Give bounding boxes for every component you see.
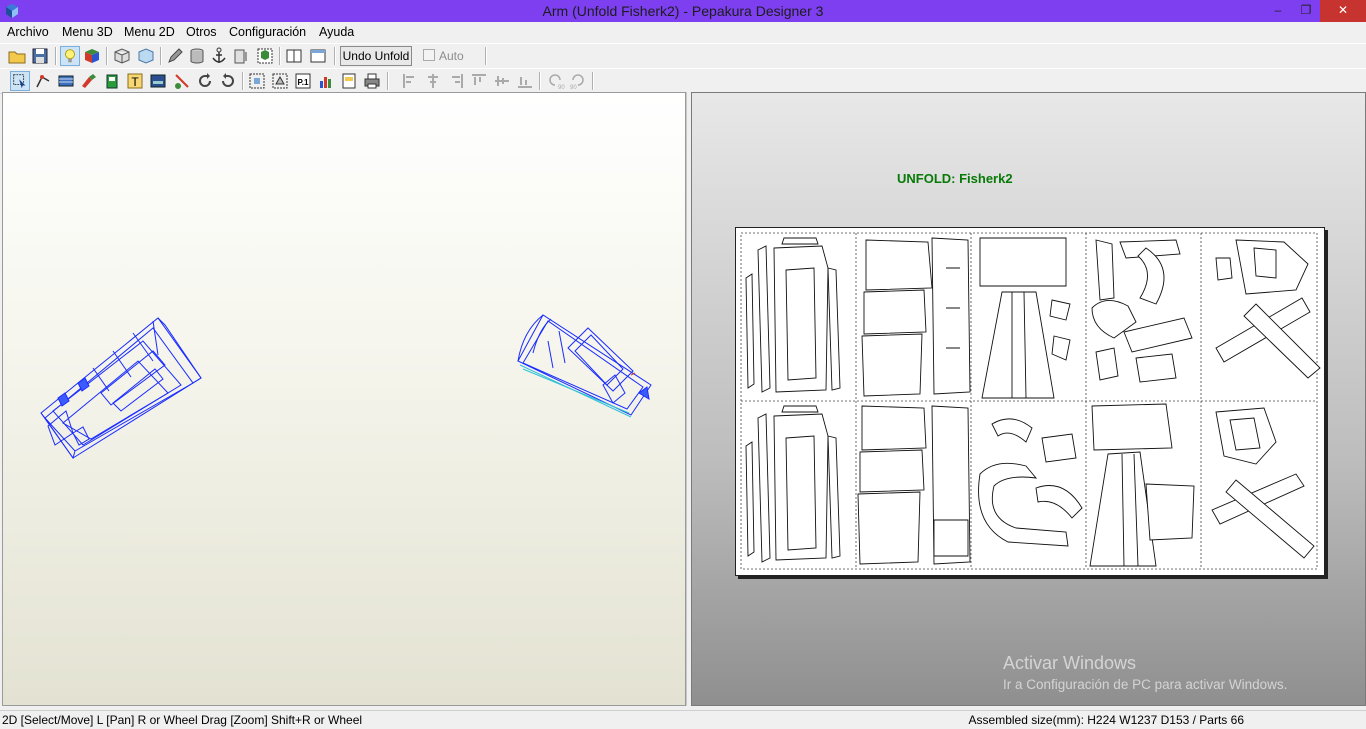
svg-text:P.1: P.1 [298,78,310,87]
arm-piece-right [517,314,652,418]
rotate-90-right-icon: 90 [570,74,584,91]
image-tool-icon[interactable] [148,71,168,91]
toolbar-separator [106,47,108,65]
wire-cube-icon[interactable] [112,46,132,66]
align-center-icon [428,74,438,88]
pencil-icon[interactable] [165,46,185,66]
anchor-icon[interactable] [209,46,229,66]
align-right-icon [452,74,463,88]
zoom-fit-icon[interactable] [247,71,267,91]
select-move-icon[interactable] [10,71,30,91]
edge-join-icon[interactable] [33,71,53,91]
fold-line-icon[interactable] [172,71,192,91]
toolbar-separator [485,47,487,65]
svg-text:90: 90 [570,85,577,91]
toolbar-separator [160,47,162,65]
open-folder-icon[interactable] [7,46,27,66]
arrange-parts-icon[interactable] [255,46,275,66]
menu-ayuda[interactable]: Ayuda [319,25,354,39]
menu-bar: Archivo Menu 3D Menu 2D Otros Configurac… [0,22,1366,42]
title-bar: Arm (Unfold Fisherk2) - Pepakura Designe… [0,0,1366,22]
toolbar-separator [539,72,541,90]
status-hint: 2D [Select/Move] L [Pan] R or Wheel Drag… [2,713,363,727]
toolbar-separator [55,47,57,65]
status-bar: 2D [Select/Move] L [Pan] R or Wheel Drag… [0,710,1366,729]
view-2d[interactable]: UNFOLD: Fisherk2 Activar Windows Ir a Co… [691,92,1366,706]
flap-edit-icon[interactable] [56,71,76,91]
align-left-icon [403,74,414,88]
color-cube-icon[interactable] [82,46,102,66]
toolbar-separator [592,72,594,90]
window-title: Arm (Unfold Fisherk2) - Pepakura Designe… [542,3,824,19]
toolbar-separator [279,47,281,65]
menu-configuracion[interactable]: Configuración [229,25,306,39]
select-parts-icon[interactable] [270,71,290,91]
glue-tab-icon[interactable] [102,71,122,91]
unfold-paper-sheet [735,227,1325,576]
bar-chart-icon[interactable] [316,71,336,91]
menu-2d[interactable]: Menu 2D [124,25,175,39]
maximize-button[interactable]: ❐ [1292,0,1320,22]
view-3d[interactable] [2,92,686,706]
model-3d-wireframe [40,314,652,460]
lightbulb-icon[interactable] [60,46,80,66]
menu-archivo[interactable]: Archivo [7,25,49,39]
rotate-right-icon[interactable] [218,71,238,91]
auto-checkbox-label: Auto [439,49,464,63]
align-bottom-icon [518,77,532,88]
menu-3d[interactable]: Menu 3D [62,25,113,39]
toolbar-separator [242,72,244,90]
rotate-left-icon[interactable] [195,71,215,91]
activate-windows-heading: Activar Windows [1003,653,1137,673]
menu-otros[interactable]: Otros [186,25,217,39]
unfold-title: UNFOLD: Fisherk2 [897,171,1013,186]
edit-toolbar: T P.1 90 90 [0,68,1366,94]
text-tool-icon[interactable]: T [125,71,145,91]
split-view-icon[interactable] [284,46,304,66]
svg-text:90: 90 [558,85,565,91]
unfolded-parts [745,237,1321,567]
print-icon[interactable] [362,71,382,91]
shaded-cube-icon[interactable] [136,46,156,66]
undo-unfold-button[interactable]: Undo Unfold [340,46,412,66]
arm-piece-left [40,317,202,460]
minimize-button[interactable]: – [1264,0,1292,22]
auto-checkbox[interactable] [423,49,435,61]
close-button[interactable]: ✕ [1320,0,1366,22]
paint-edges-icon[interactable] [79,71,99,91]
single-view-icon[interactable] [308,46,328,66]
toolbar-separator [387,72,389,90]
svg-text:T: T [131,75,139,89]
align-middle-icon [495,76,509,86]
unfolded-parts-layout [740,232,1321,570]
save-icon[interactable] [30,46,50,66]
part-flap-icon[interactable] [231,46,251,66]
rotate-90-left-icon: 90 [549,74,565,91]
cylinder-icon[interactable] [187,46,207,66]
main-toolbar: Undo Unfold Auto [0,43,1366,69]
page-number-icon[interactable]: P.1 [293,71,313,91]
status-assembled-size: Assembled size(mm): H224 W1237 D153 / Pa… [968,713,1244,727]
align-top-icon [472,74,486,85]
activate-windows-subtext: Ir a Configuración de PC para activar Wi… [1003,677,1288,692]
toolbar-separator [334,47,336,65]
page-setup-icon[interactable] [339,71,359,91]
